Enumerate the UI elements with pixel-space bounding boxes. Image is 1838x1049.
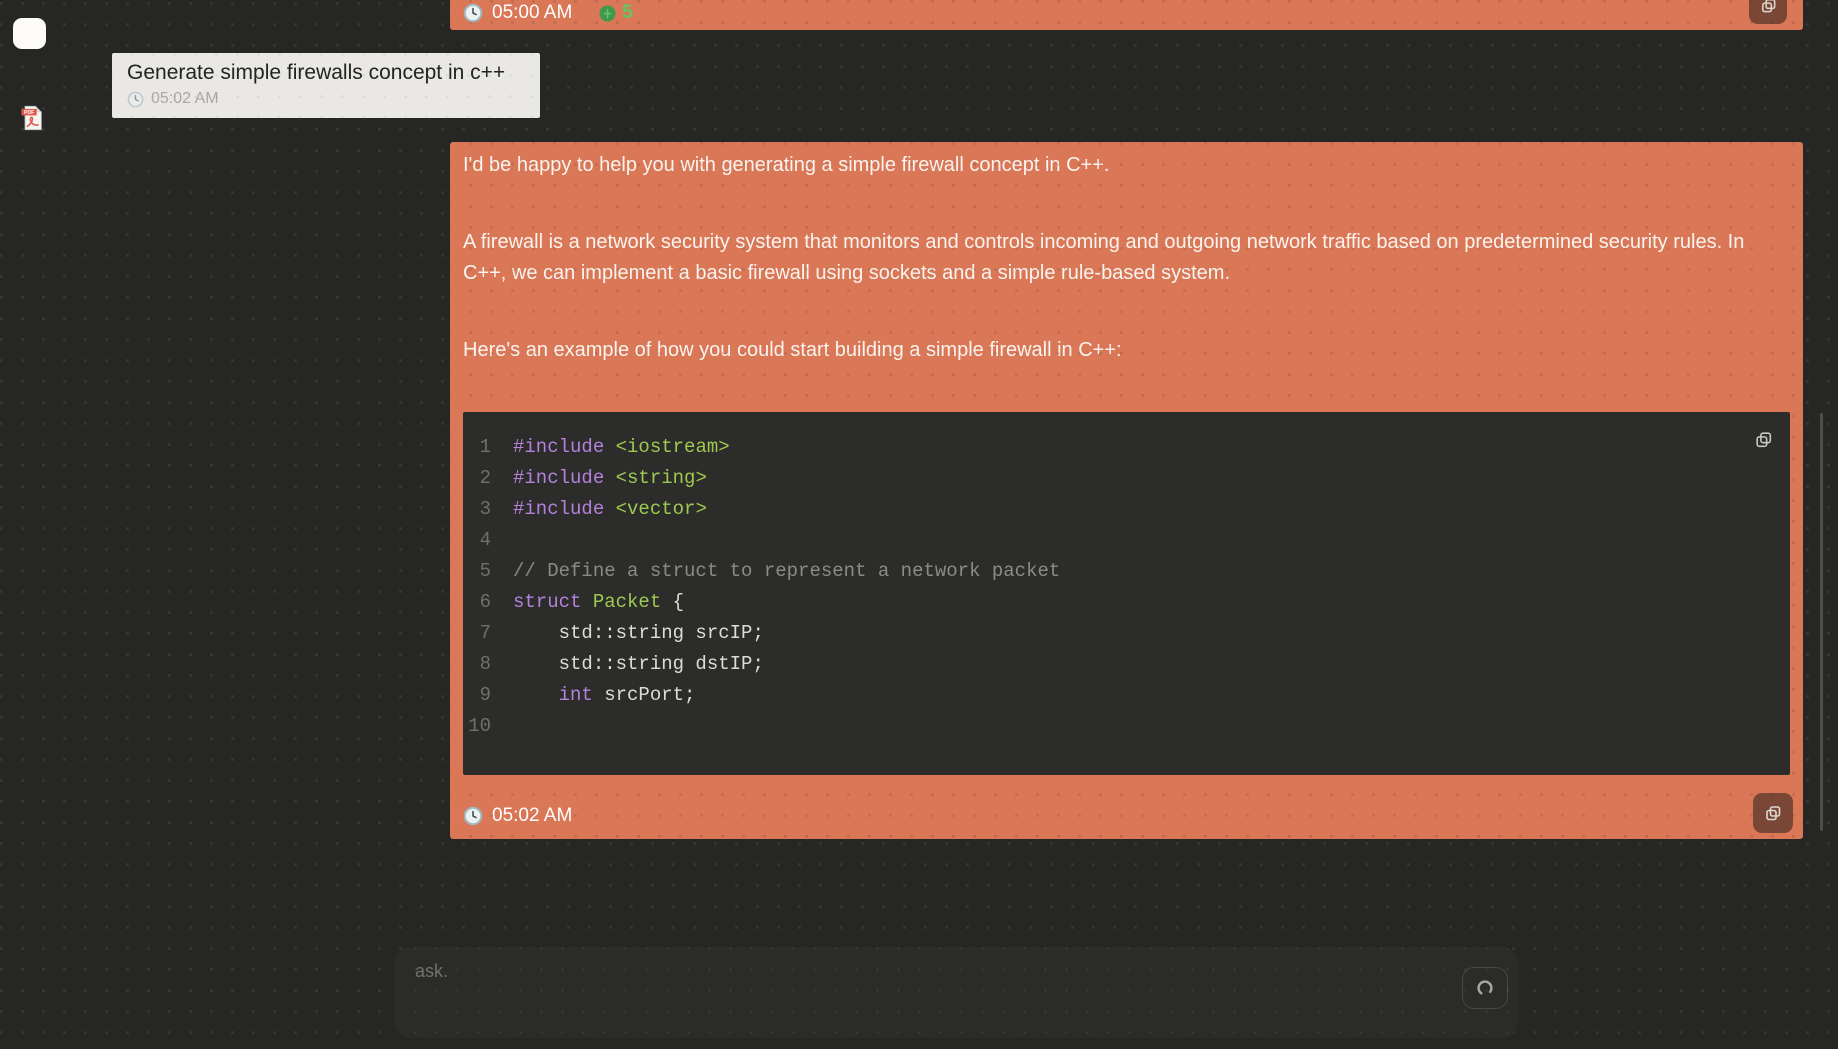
code-lines: 1#include <iostream>2#include <string>3#… — [463, 432, 1790, 742]
message-input[interactable] — [395, 947, 1518, 1038]
code-token: #include — [513, 467, 604, 489]
line-number: 9 — [463, 680, 513, 711]
assistant-paragraph: A firewall is a network security system … — [463, 227, 1753, 289]
line-number: 6 — [463, 587, 513, 618]
code-token: struct — [513, 591, 581, 613]
line-number: 3 — [463, 494, 513, 525]
assistant-message-bubble: I'd be happy to help you with generating… — [450, 142, 1803, 839]
copy-code-button[interactable] — [1748, 424, 1778, 454]
code-token: <string> — [616, 467, 707, 489]
code-line: 5// Define a struct to represent a netwo… — [463, 556, 1790, 587]
green-token-icon — [599, 5, 616, 22]
code-token — [513, 684, 559, 706]
code-line: 1#include <iostream> — [463, 432, 1790, 463]
code-token — [581, 591, 592, 613]
app-logo[interactable] — [13, 18, 46, 49]
token-count: 5 — [622, 2, 633, 24]
assistant-timestamp: 05:02 AM — [492, 805, 572, 827]
code-token: <iostream> — [616, 436, 730, 458]
copy-message-button[interactable] — [1749, 0, 1787, 24]
copy-message-button[interactable] — [1753, 793, 1793, 833]
send-loading-button[interactable] — [1462, 967, 1508, 1009]
previous-assistant-bubble: 05:00 AM 5 — [450, 0, 1803, 30]
scrollbar-thumb[interactable] — [1820, 413, 1823, 831]
loading-spinner-icon — [1474, 977, 1496, 999]
code-token: srcPort; — [593, 684, 696, 706]
svg-text:PDF: PDF — [24, 110, 34, 116]
assistant-message-footer: 05:02 AM — [463, 805, 572, 827]
clock-icon — [463, 806, 483, 826]
code-token: <vector> — [616, 498, 707, 520]
code-block[interactable]: 1#include <iostream>2#include <string>3#… — [463, 412, 1790, 775]
code-token: #include — [513, 498, 604, 520]
code-token — [604, 498, 615, 520]
token-badge: 5 — [599, 2, 633, 24]
line-number: 10 — [463, 711, 513, 742]
line-number: 2 — [463, 463, 513, 494]
code-token: std::string dstIP; — [513, 653, 764, 675]
assistant-paragraph: Here's an example of how you could start… — [463, 335, 1753, 366]
line-number: 1 — [463, 432, 513, 463]
code-line: 7 std::string srcIP; — [463, 618, 1790, 649]
user-message-text: Generate simple firewalls concept in c++ — [127, 60, 525, 86]
code-token: int — [559, 684, 593, 706]
code-token — [604, 467, 615, 489]
code-line: 4 — [463, 525, 1790, 556]
assistant-paragraph: I'd be happy to help you with generating… — [463, 150, 1753, 181]
code-token: { — [661, 591, 684, 613]
copy-icon — [1763, 803, 1783, 823]
code-line: 3#include <vector> — [463, 494, 1790, 525]
line-number: 8 — [463, 649, 513, 680]
pdf-file-icon: PDF — [18, 104, 46, 132]
line-number: 5 — [463, 556, 513, 587]
code-line: 8 std::string dstIP; — [463, 649, 1790, 680]
clock-icon — [463, 3, 483, 23]
previous-message-footer: 05:00 AM 5 — [463, 2, 633, 24]
code-token — [604, 436, 615, 458]
code-token: // Define a struct to represent a networ… — [513, 560, 1060, 582]
code-token: #include — [513, 436, 604, 458]
line-number: 4 — [463, 525, 513, 556]
code-line: 6struct Packet { — [463, 587, 1790, 618]
chat-canvas: PDF 05:00 AM 5 — [0, 0, 1838, 1049]
copy-icon — [1753, 429, 1774, 450]
clock-icon — [127, 91, 144, 108]
copy-icon — [1759, 0, 1778, 15]
composer[interactable] — [395, 947, 1518, 1038]
previous-timestamp: 05:00 AM — [492, 2, 572, 24]
pdf-attachment-icon[interactable]: PDF — [18, 104, 46, 132]
code-line: 9 int srcPort; — [463, 680, 1790, 711]
user-message-footer: 05:02 AM — [127, 90, 525, 108]
code-token: std::string srcIP; — [513, 622, 764, 644]
user-message-bubble[interactable]: Generate simple firewalls concept in c++… — [112, 53, 540, 118]
user-timestamp: 05:02 AM — [151, 90, 219, 108]
code-token: Packet — [593, 591, 661, 613]
code-line: 2#include <string> — [463, 463, 1790, 494]
code-line: 10 — [463, 711, 1790, 742]
line-number: 7 — [463, 618, 513, 649]
